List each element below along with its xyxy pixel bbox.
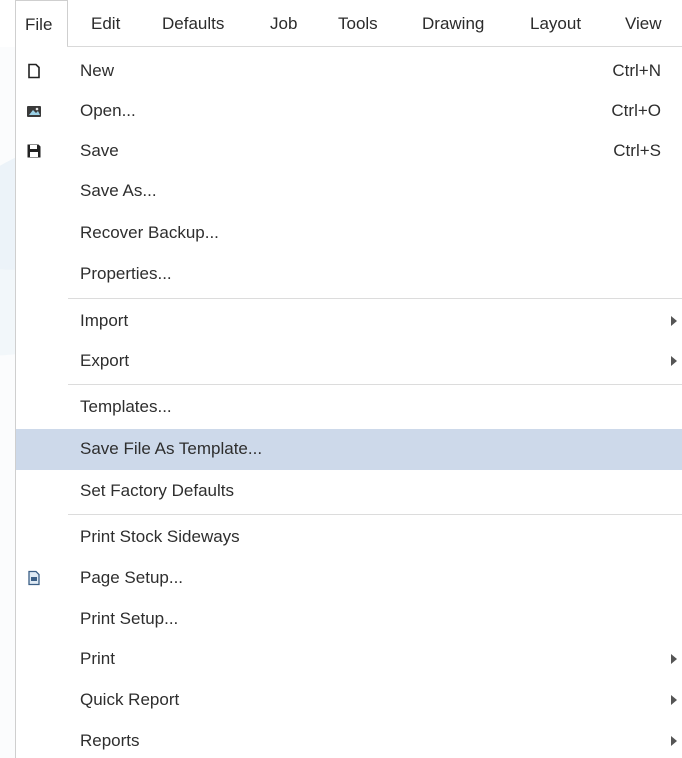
menu-item-print-stock-sideways[interactable]: Print Stock Sideways [16,517,682,557]
submenu-arrow-icon [671,316,677,326]
menu-item-label: Recover Backup... [80,223,219,242]
menu-item-shortcut: Ctrl+O [611,101,661,120]
application-window: File Edit Defaults Job Tools Drawing Lay… [0,0,682,758]
menu-item-label: Save File As Template... [80,439,263,458]
menu-item-label: Quick Report [80,690,180,709]
menu-item-label: Reports [80,731,140,750]
menu-item-print-setup[interactable]: Print Setup... [16,599,682,639]
menu-item-label: Save As... [80,181,157,200]
save-disk-icon [27,144,41,158]
menu-item-label: New [80,61,115,80]
menu-item-label: Properties... [80,264,172,283]
menu-item-open[interactable]: Open... Ctrl+O [16,91,682,131]
menu-item-shortcut: Ctrl+S [613,141,661,160]
menu-item-quick-report[interactable]: Quick Report [16,680,682,720]
submenu-arrow-icon [671,695,677,705]
menu-item-save-file-as-template[interactable]: Save File As Template... [16,429,682,470]
menu-item-shortcut: Ctrl+N [612,61,661,80]
page-setup-icon [28,570,40,586]
submenu-arrow-icon [671,736,677,746]
menu-item-label: Open... [80,101,136,120]
menu-item-export[interactable]: Export [16,341,682,381]
menu-item-label: Print [80,649,115,668]
menu-item-set-factory-defaults[interactable]: Set Factory Defaults [16,471,682,511]
menu-separator [68,384,682,385]
menu-defaults[interactable]: Defaults [162,0,224,47]
menu-item-save[interactable]: Save Ctrl+S [16,131,682,171]
menu-item-page-setup[interactable]: Page Setup... [16,558,682,598]
menu-job[interactable]: Job [270,0,297,47]
menu-tools[interactable]: Tools [338,0,378,47]
submenu-arrow-icon [671,356,677,366]
menu-item-label: Save [80,141,119,160]
file-menu-dropdown: New Ctrl+N Open... Ctrl+O Save Ctrl+S Sa… [15,47,682,758]
menu-bar: File Edit Defaults Job Tools Drawing Lay… [0,0,682,47]
menu-item-label: Export [80,351,130,370]
menu-item-import[interactable]: Import [16,301,682,341]
menu-item-reports[interactable]: Reports [16,721,682,758]
menu-item-new[interactable]: New Ctrl+N [16,51,682,91]
menu-edit[interactable]: Edit [91,0,120,47]
menu-item-label: Print Setup... [80,609,179,628]
menu-file[interactable]: File [15,0,68,47]
menu-item-save-as[interactable]: Save As... [16,171,682,211]
menu-item-label: Set Factory Defaults [80,481,235,500]
menu-layout[interactable]: Layout [530,0,581,47]
submenu-arrow-icon [671,654,677,664]
menu-drawing[interactable]: Drawing [422,0,484,47]
menu-view[interactable]: View [625,0,662,47]
menu-item-recover-backup[interactable]: Recover Backup... [16,213,682,253]
menu-item-templates[interactable]: Templates... [16,387,682,427]
menu-item-label: Templates... [80,397,172,416]
menu-item-label: Page Setup... [80,568,184,587]
new-document-icon [28,63,40,79]
open-folder-icon [27,106,41,117]
menu-separator [68,298,682,299]
menu-item-properties[interactable]: Properties... [16,254,682,294]
menu-item-label: Import [80,311,129,330]
menu-separator [68,514,682,515]
menu-item-print[interactable]: Print [16,639,682,679]
menu-item-label: Print Stock Sideways [80,527,240,546]
